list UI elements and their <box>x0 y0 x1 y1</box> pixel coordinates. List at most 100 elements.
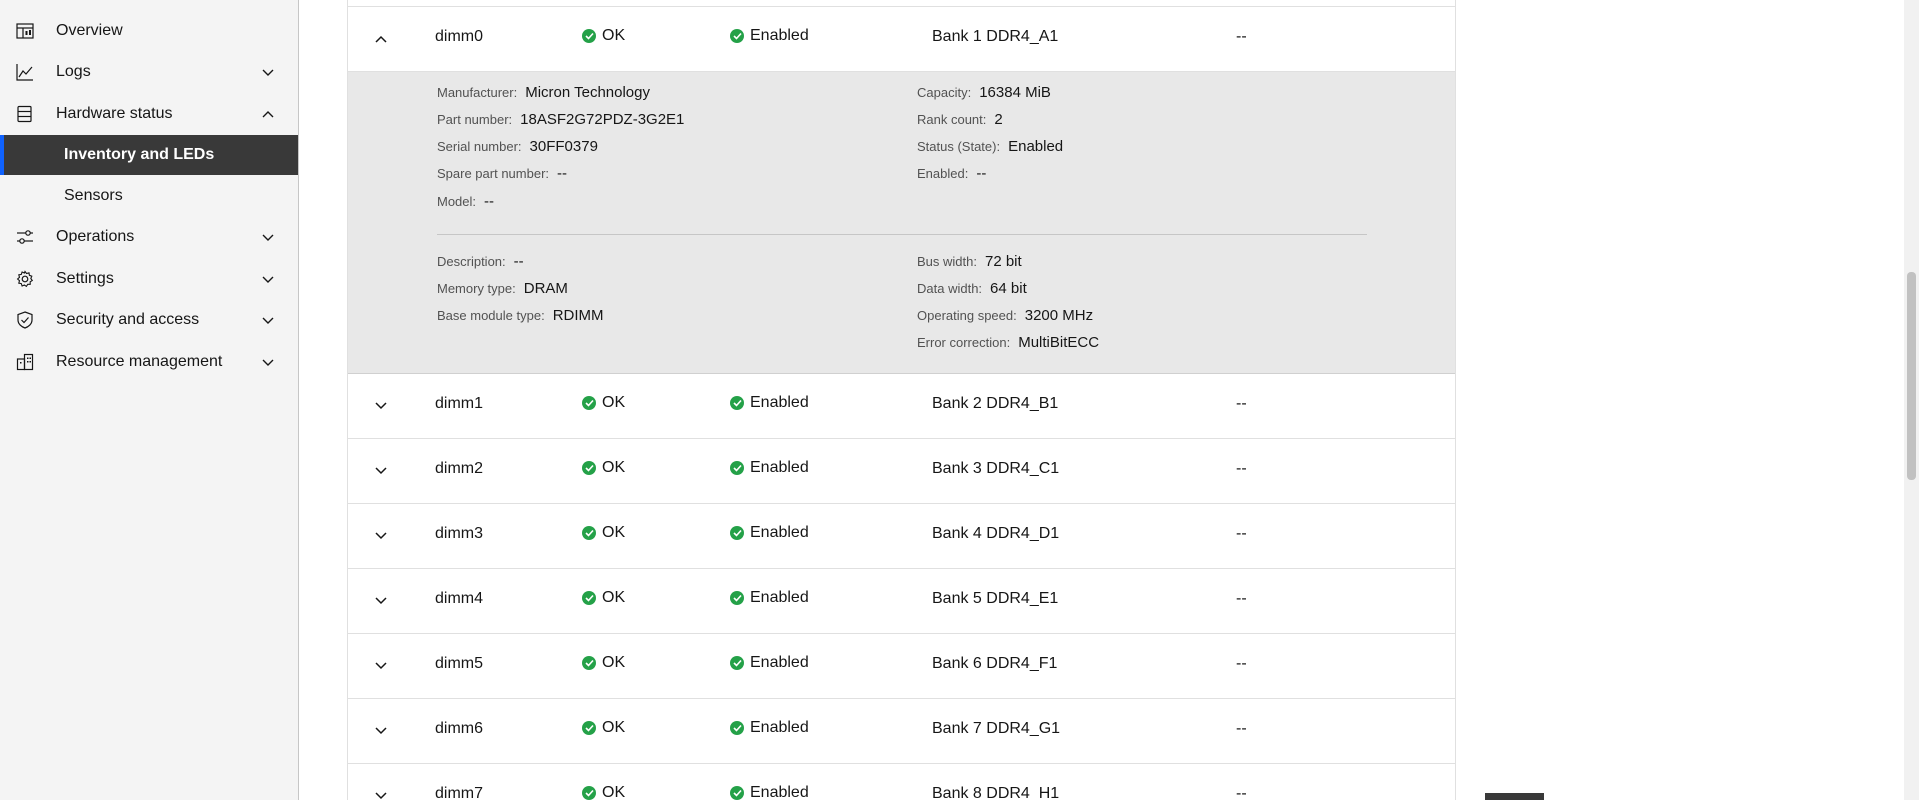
table-row: dimm3 OK Enabled Bank 4 DDR4_D1 -- <box>348 504 1455 569</box>
collapse-row-button[interactable] <box>369 27 393 51</box>
health-status: OK <box>582 654 625 672</box>
expand-row-button[interactable] <box>369 524 393 548</box>
chevron-down-icon <box>375 792 387 800</box>
dashboard-icon <box>16 22 34 40</box>
state-label: Enabled <box>750 654 809 671</box>
checkmark-filled-icon <box>582 396 596 410</box>
sidebar-item-settings[interactable]: Settings <box>0 259 298 299</box>
health-label: OK <box>602 589 626 606</box>
sidebar-item-label: Overview <box>56 22 123 39</box>
detail-model: Model: -- <box>437 193 495 210</box>
sidebar-item-security-and-access[interactable]: Security and access <box>0 300 298 340</box>
dimm-inventory-table: dimm0 OK Enabled Bank 1 DDR4_A1 -- Manuf… <box>347 0 1456 800</box>
state-status: Enabled <box>730 654 809 672</box>
identify-led: -- <box>1236 460 1247 477</box>
health-status: OK <box>582 459 625 477</box>
table-row: dimm6 OK Enabled Bank 7 DDR4_G1 -- <box>348 699 1455 764</box>
state-label: Enabled <box>750 27 809 44</box>
expand-row-button[interactable] <box>369 394 393 418</box>
shield-check-icon <box>16 311 34 329</box>
sidebar-item-overview[interactable]: Overview <box>0 11 298 51</box>
sliders-icon <box>16 228 34 246</box>
health-status: OK <box>582 394 625 412</box>
sidebar-item-label: Resource management <box>56 353 223 370</box>
state-label: Enabled <box>750 719 809 736</box>
checkmark-filled-icon <box>730 591 744 605</box>
identify-led: -- <box>1236 655 1247 672</box>
health-label: OK <box>602 524 626 541</box>
state-status: Enabled <box>730 719 809 737</box>
detail-serial-number: Serial number: 30FF0379 <box>437 138 598 155</box>
sidebar-item-label: Settings <box>56 270 114 287</box>
detail-manufacturer: Manufacturer: Micron Technology <box>437 84 650 101</box>
detail-bus-width: Bus width: 72 bit <box>917 253 1022 270</box>
expand-row-button[interactable] <box>369 784 393 800</box>
floating-action-button[interactable] <box>1485 793 1544 800</box>
gear-icon <box>16 270 34 288</box>
building-icon <box>16 353 34 371</box>
detail-spare-part-number: Spare part number: -- <box>437 165 568 182</box>
detail-description: Description: -- <box>437 253 524 270</box>
expand-row-button[interactable] <box>369 719 393 743</box>
checkmark-filled-icon <box>582 721 596 735</box>
sidebar-item-operations[interactable]: Operations <box>0 217 298 257</box>
data-base-icon <box>16 105 34 123</box>
chevron-down-icon <box>261 66 275 78</box>
dimm-name: dimm3 <box>435 525 484 542</box>
sidebar-subitem-label: Inventory and LEDs <box>64 146 215 163</box>
chevron-down-icon <box>261 314 275 326</box>
detail-rank-count: Rank count: 2 <box>917 111 1003 128</box>
dimm-location: Bank 7 DDR4_G1 <box>932 720 1061 737</box>
state-status: Enabled <box>730 394 809 412</box>
page-scrollbar[interactable] <box>1904 0 1919 800</box>
detail-memory-type: Memory type: DRAM <box>437 280 568 297</box>
dimm-name: dimm0 <box>435 28 484 45</box>
sidebar-item-hardware-status[interactable]: Hardware status <box>0 94 298 134</box>
detail-error-correction: Error correction: MultiBitECC <box>917 334 1100 351</box>
app-root: Overview Logs Hardware status Inventory … <box>0 0 1919 800</box>
sidebar-subitem-label: Sensors <box>64 187 123 204</box>
checkmark-filled-icon <box>582 656 596 670</box>
dimm-name: dimm2 <box>435 460 484 477</box>
health-label: OK <box>602 654 626 671</box>
expand-row-button[interactable] <box>369 459 393 483</box>
detail-divider <box>437 234 1367 235</box>
checkmark-filled-icon <box>730 29 744 43</box>
health-label: OK <box>602 394 626 411</box>
expand-row-button[interactable] <box>369 589 393 613</box>
sidebar-nav: Overview Logs Hardware status Inventory … <box>0 0 299 800</box>
chevron-down-icon <box>261 356 275 368</box>
checkmark-filled-icon <box>582 29 596 43</box>
sidebar-item-resource-management[interactable]: Resource management <box>0 342 298 382</box>
checkmark-filled-icon <box>582 461 596 475</box>
state-label: Enabled <box>750 589 809 606</box>
sidebar-subitem-inventory-and-leds[interactable]: Inventory and LEDs <box>0 135 298 175</box>
state-status: Enabled <box>730 589 809 607</box>
identify-led: -- <box>1236 785 1247 800</box>
chevron-down-icon <box>375 532 387 540</box>
dimm-detail-panel: Manufacturer: Micron Technology Part numb… <box>348 72 1455 374</box>
checkmark-filled-icon <box>730 721 744 735</box>
expand-row-button[interactable] <box>369 654 393 678</box>
dimm-location: Bank 6 DDR4_F1 <box>932 655 1058 672</box>
identify-led: -- <box>1236 525 1247 542</box>
sidebar-subitem-sensors[interactable]: Sensors <box>0 176 298 216</box>
table-row: dimm0 OK Enabled Bank 1 DDR4_A1 -- <box>348 7 1455 72</box>
sidebar-item-logs[interactable]: Logs <box>0 52 298 92</box>
chevron-up-icon <box>261 108 275 120</box>
detail-operating-speed: Operating speed: 3200 MHz <box>917 307 1094 324</box>
detail-part-number: Part number: 18ASF2G72PDZ-3G2E1 <box>437 111 685 128</box>
detail-capacity: Capacity: 16384 MiB <box>917 84 1051 101</box>
identify-led: -- <box>1236 720 1247 737</box>
identify-led: -- <box>1236 590 1247 607</box>
scrollbar-thumb[interactable] <box>1907 272 1916 480</box>
checkmark-filled-icon <box>730 461 744 475</box>
sidebar-item-label: Hardware status <box>56 105 173 122</box>
chevron-down-icon <box>261 231 275 243</box>
checkmark-filled-icon <box>730 786 744 800</box>
state-status: Enabled <box>730 459 809 477</box>
health-status: OK <box>582 27 625 45</box>
table-row: dimm1 OK Enabled Bank 2 DDR4_B1 -- <box>348 374 1455 439</box>
state-status: Enabled <box>730 27 809 45</box>
state-status: Enabled <box>730 524 809 542</box>
